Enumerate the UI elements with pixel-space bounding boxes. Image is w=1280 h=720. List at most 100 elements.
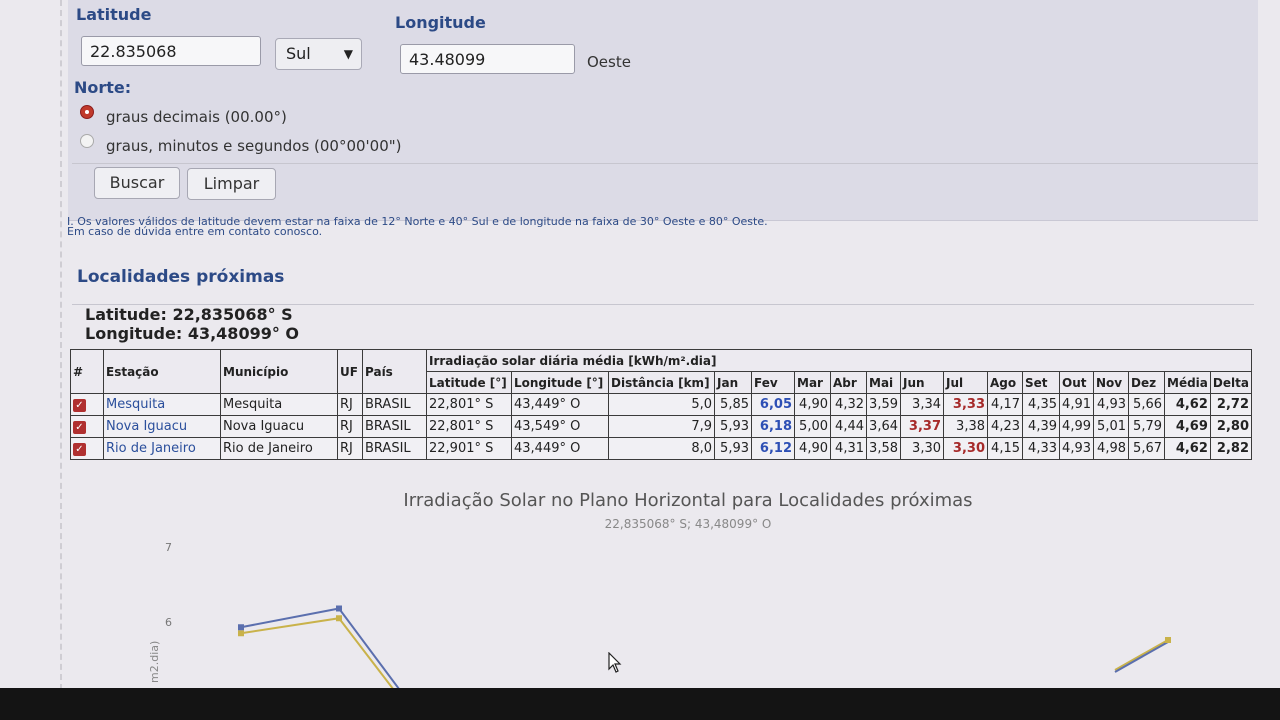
mar-cell: 4,90 (794, 393, 831, 416)
col-mai[interactable]: Mai (866, 371, 901, 394)
fev-cell: 6,18 (751, 415, 795, 438)
col-out[interactable]: Out (1059, 371, 1094, 394)
col-uf[interactable]: UF (337, 349, 363, 394)
station-link[interactable]: Nova Iguacu (103, 415, 221, 438)
jun-cell: 3,37 (900, 415, 944, 438)
radio-decimal-label: graus decimais (00.00°) (106, 108, 287, 126)
col-jun[interactable]: Jun (900, 371, 944, 394)
col-lon[interactable]: Longitude [°] (511, 371, 609, 394)
irradiation-group-header: Irradiação solar diária média [kWh/m².di… (426, 349, 1252, 372)
table-row: ✓ Rio de Janeiro Rio de Janeiro RJ BRASIL 22,… (70, 437, 1253, 460)
nov-cell: 4,93 (1093, 393, 1129, 416)
data-point[interactable] (336, 615, 342, 622)
y-tick-label: 7 (165, 541, 172, 554)
municipio-cell: Mesquita (220, 393, 338, 416)
checkbox[interactable]: ✓ (73, 399, 86, 412)
ago-cell: 4,17 (987, 393, 1023, 416)
buscar-button[interactable]: Buscar (94, 167, 180, 199)
y-axis-label: m2.dia) (148, 641, 161, 683)
data-point[interactable] (238, 624, 244, 631)
row-checkbox-cell[interactable]: ✓ (70, 393, 104, 416)
data-point[interactable] (336, 605, 342, 612)
limpar-button[interactable]: Limpar (187, 168, 276, 200)
jun-cell: 3,34 (900, 393, 944, 416)
series-line (240, 617, 394, 688)
jan-cell: 5,93 (714, 437, 752, 460)
nov-cell: 5,01 (1093, 415, 1129, 438)
col-dist[interactable]: Distância [km] (608, 371, 715, 394)
longitude-input[interactable]: 43.48099 (400, 44, 575, 74)
col-fev[interactable]: Fev (751, 371, 795, 394)
ago-cell: 4,23 (987, 415, 1023, 438)
jun-cell: 3,30 (900, 437, 944, 460)
table-row: ✓ Nova Iguacu Nova Iguacu RJ BRASIL 22,801° S… (70, 415, 1253, 438)
hemisphere-select[interactable]: Sul ▼ (275, 38, 362, 70)
irradiation-chart: 7 6 m2.dia) (148, 541, 1171, 688)
media-cell: 4,62 (1164, 393, 1211, 416)
out-cell: 4,93 (1059, 437, 1094, 460)
lon-cell: 43,449° O (511, 437, 609, 460)
col-jan[interactable]: Jan (714, 371, 752, 394)
fev-cell: 6,12 (751, 437, 795, 460)
col-set[interactable]: Set (1022, 371, 1060, 394)
jul-cell: 3,33 (943, 393, 988, 416)
col-ago[interactable]: Ago (987, 371, 1023, 394)
mai-cell: 3,58 (866, 437, 901, 460)
checkbox[interactable]: ✓ (73, 421, 86, 434)
col-jul[interactable]: Jul (943, 371, 988, 394)
dist-cell: 7,9 (608, 415, 715, 438)
col-pais[interactable]: País (362, 349, 427, 394)
pais-cell: BRASIL (362, 393, 427, 416)
data-point[interactable] (1165, 637, 1171, 643)
lat-cell: 22,801° S (426, 393, 512, 416)
checkbox[interactable]: ✓ (73, 443, 86, 456)
municipio-cell: Rio de Janeiro (220, 437, 338, 460)
col-hash: # (70, 349, 104, 394)
uf-cell: RJ (337, 437, 363, 460)
table-row: ✓ Mesquita Mesquita RJ BRASIL 22,801° S 43,449… (70, 393, 1253, 416)
hemisphere-value: Sul (286, 44, 311, 63)
station-link[interactable]: Rio de Janeiro (103, 437, 221, 460)
media-cell: 4,62 (1164, 437, 1211, 460)
latitude-input[interactable]: 22.835068 (81, 36, 261, 66)
row-checkbox-cell[interactable]: ✓ (70, 437, 104, 460)
pais-cell: BRASIL (362, 415, 427, 438)
col-municipio[interactable]: Município (220, 349, 338, 394)
fev-cell: 6,05 (751, 393, 795, 416)
jan-cell: 5,85 (714, 393, 752, 416)
uf-cell: RJ (337, 393, 363, 416)
station-link[interactable]: Mesquita (103, 393, 221, 416)
col-media[interactable]: Média (1164, 371, 1211, 394)
dez-cell: 5,79 (1128, 415, 1165, 438)
out-cell: 4,99 (1059, 415, 1094, 438)
row-checkbox-cell[interactable]: ✓ (70, 415, 104, 438)
col-estacao[interactable]: Estação (103, 349, 221, 394)
page: Latitude 22.835068 Sul ▼ Longitude 43.48… (0, 0, 1280, 690)
nov-cell: 4,98 (1093, 437, 1129, 460)
nearby-title: Localidades próximas (77, 267, 285, 287)
divider (72, 163, 1258, 164)
col-nov[interactable]: Nov (1093, 371, 1129, 394)
lat-cell: 22,901° S (426, 437, 512, 460)
out-cell: 4,91 (1059, 393, 1094, 416)
media-cell: 4,69 (1164, 415, 1211, 438)
longitude-direction: Oeste (587, 53, 631, 71)
data-point[interactable] (238, 630, 244, 637)
jan-cell: 5,93 (714, 415, 752, 438)
set-cell: 4,35 (1022, 393, 1060, 416)
radio-dms[interactable] (80, 134, 94, 148)
radio-decimal[interactable] (80, 105, 94, 119)
col-mar[interactable]: Mar (794, 371, 831, 394)
series-line-end (1114, 641, 1169, 673)
ago-cell: 4,15 (987, 437, 1023, 460)
col-delta[interactable]: Delta (1209, 371, 1253, 394)
abr-cell: 4,44 (830, 415, 867, 438)
screen-bezel (0, 688, 1280, 720)
col-dez[interactable]: Dez (1128, 371, 1165, 394)
col-lat[interactable]: Latitude [°] (426, 371, 512, 394)
jul-cell: 3,38 (943, 415, 988, 438)
dez-cell: 5,67 (1128, 437, 1165, 460)
set-cell: 4,39 (1022, 415, 1060, 438)
latitude-label: Latitude (76, 5, 152, 24)
col-abr[interactable]: Abr (830, 371, 867, 394)
